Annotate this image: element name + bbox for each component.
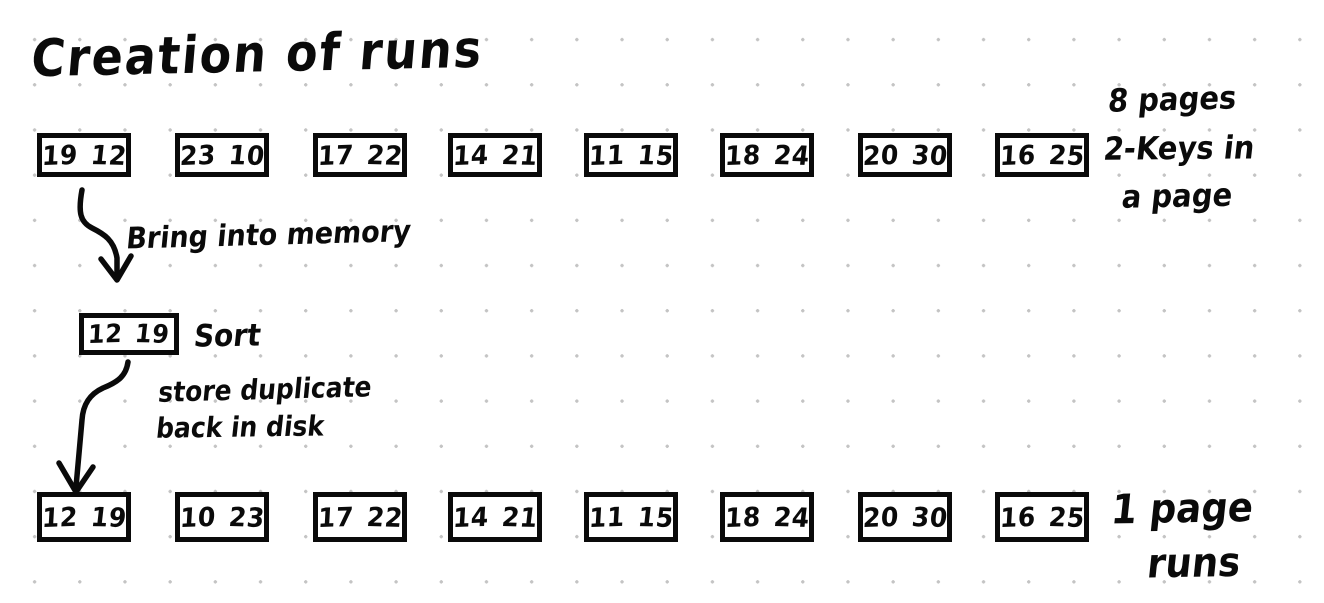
page-keys: 12 19: [87, 318, 172, 350]
key-value: 10: [226, 139, 266, 171]
annotation-pages-count: 8 pages: [1106, 78, 1239, 120]
key-value: 14: [451, 138, 490, 172]
key-value: 24: [771, 139, 811, 171]
annotation-store-duplicate: store duplicate: [156, 370, 374, 409]
page-keys: 11 15: [587, 138, 675, 172]
page-box: 20 30: [858, 492, 952, 542]
key-value: 25: [1046, 139, 1086, 171]
page-box: 14 21: [448, 133, 542, 177]
key-value: 12: [40, 500, 79, 534]
page-keys: 23 10: [178, 138, 266, 172]
annotation-a-page: a page: [1120, 176, 1235, 216]
page-box: 17 22: [313, 492, 407, 542]
page-keys: 18 24: [723, 500, 811, 534]
key-value: 17: [316, 138, 355, 172]
key-value: 24: [771, 501, 811, 533]
memory-page-box: 12 19: [79, 313, 179, 355]
key-value: 30: [909, 139, 949, 171]
page-box: 19 12: [37, 133, 131, 177]
key-value: 14: [451, 500, 490, 534]
key-value: 19: [88, 501, 128, 533]
page-keys: 16 25: [998, 138, 1086, 172]
key-value: 15: [635, 501, 675, 533]
store-back-in-disk-arrow: [56, 359, 131, 495]
key-value: 21: [499, 139, 539, 171]
page-keys: 19 12: [40, 138, 128, 172]
page-box: 11 15: [584, 133, 678, 177]
key-value: 15: [635, 139, 675, 171]
page-box: 16 25: [995, 492, 1089, 542]
page-keys: 20 30: [861, 500, 949, 534]
key-value: 20: [861, 500, 900, 534]
annotation-one-page: 1 page: [1109, 483, 1256, 534]
key-value: 16: [998, 500, 1037, 534]
bring-into-memory-arrow: [77, 187, 134, 283]
key-value: 19: [133, 318, 172, 350]
key-value: 22: [364, 501, 404, 533]
page-keys: 17 22: [316, 138, 404, 172]
key-value: 30: [909, 501, 949, 533]
key-value: 17: [316, 500, 355, 534]
key-value: 25: [1046, 501, 1086, 533]
page-keys: 12 19: [40, 500, 128, 534]
key-value: 18: [723, 138, 762, 172]
annotation-back-in-disk: back in disk: [154, 409, 326, 445]
key-value: 19: [40, 138, 79, 172]
annotation-bring-into-memory: Bring into memory: [124, 214, 413, 257]
key-value: 23: [178, 138, 217, 172]
key-value: 21: [499, 501, 539, 533]
page-keys: 17 22: [316, 500, 404, 534]
annotation-keys-in: 2-Keys in: [1101, 128, 1257, 168]
page-box: 11 15: [584, 492, 678, 542]
page-box: 20 30: [858, 133, 952, 177]
page-box: 18 24: [720, 133, 814, 177]
annotation-runs: runs: [1145, 538, 1243, 588]
page-title: Creation of runs: [28, 18, 486, 89]
key-value: 20: [861, 138, 900, 172]
key-value: 22: [364, 139, 404, 171]
key-value: 16: [998, 138, 1037, 172]
page-box: 23 10: [175, 133, 269, 177]
key-value: 18: [723, 500, 762, 534]
page-keys: 11 15: [587, 500, 675, 534]
annotation-sort: Sort: [192, 316, 263, 355]
page-box: 12 19: [37, 492, 131, 542]
page-keys: 10 23: [178, 500, 266, 534]
page-keys: 18 24: [723, 138, 811, 172]
page-keys: 20 30: [861, 138, 949, 172]
key-value: 12: [87, 318, 124, 350]
page-box: 10 23: [175, 492, 269, 542]
key-value: 12: [88, 139, 128, 171]
page-keys: 14 21: [451, 500, 539, 534]
key-value: 11: [587, 138, 626, 172]
page-box: 14 21: [448, 492, 542, 542]
key-value: 10: [178, 500, 217, 534]
key-value: 11: [587, 500, 626, 534]
whiteboard-canvas: Creation of runs 19 12 23 10 17 22 14 21: [0, 0, 1324, 603]
key-value: 23: [226, 501, 266, 533]
page-box: 17 22: [313, 133, 407, 177]
page-box: 16 25: [995, 133, 1089, 177]
page-box: 18 24: [720, 492, 814, 542]
page-keys: 14 21: [451, 138, 539, 172]
page-keys: 16 25: [998, 500, 1086, 534]
